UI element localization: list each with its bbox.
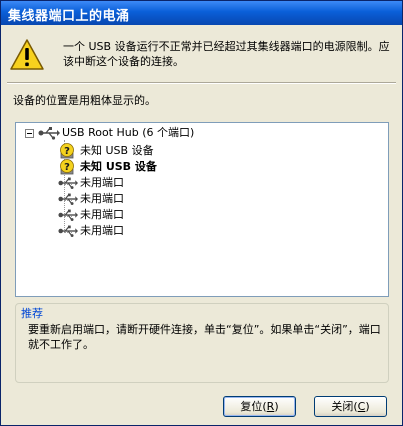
tree-root-hub[interactable]: USB Root Hub (6 个端口) bbox=[38, 125, 378, 141]
tree-item-label: 未知 USB 设备 bbox=[80, 144, 154, 157]
dialog-window: 集线器端口上的电涌 一个 USB 设备运行不正常并已经超过其集线器端口的电源限制… bbox=[0, 0, 403, 426]
device-tree[interactable]: USB Root Hub (6 个端口) ? 未知 USB 设备 ? 未知 US… bbox=[15, 122, 389, 297]
svg-text:?: ? bbox=[64, 162, 70, 173]
tree-item-port-6[interactable]: 未用端口 bbox=[58, 223, 358, 239]
tree-root-label: USB Root Hub (6 个端口) bbox=[62, 126, 195, 139]
tree-item-device-2[interactable]: ? 未知 USB 设备 bbox=[58, 159, 358, 175]
recommendation-title: 推荐 bbox=[21, 307, 43, 320]
usb-port-icon bbox=[58, 225, 78, 237]
tree-item-port-4[interactable]: 未用端口 bbox=[58, 191, 358, 207]
divider bbox=[7, 82, 396, 84]
location-label: 设备的位置是用粗体显示的。 bbox=[13, 94, 156, 107]
tree-item-label: 未用端口 bbox=[80, 192, 124, 205]
close-accelerator-key: C bbox=[357, 400, 366, 413]
close-button-label: 关闭 bbox=[331, 400, 354, 413]
usb-port-icon bbox=[58, 209, 78, 221]
tree-item-device-1[interactable]: ? 未知 USB 设备 bbox=[58, 143, 358, 159]
reset-button[interactable]: 复位(R) bbox=[223, 396, 296, 417]
usb-port-icon bbox=[58, 193, 78, 205]
unknown-device-icon: ? bbox=[60, 143, 74, 159]
reset-accelerator-key: R bbox=[266, 400, 275, 413]
svg-text:?: ? bbox=[64, 146, 70, 157]
tree-item-label: 未知 USB 设备 bbox=[80, 160, 157, 173]
tree-item-port-3[interactable]: 未用端口 bbox=[58, 175, 358, 191]
warning-icon bbox=[10, 39, 44, 70]
reset-button-label: 复位 bbox=[240, 400, 263, 413]
warning-message: 一个 USB 设备运行不正常并已经超过其集线器端口的电源限制。应该中断这个设备的… bbox=[63, 40, 390, 68]
unknown-device-icon: ? bbox=[60, 159, 74, 175]
tree-item-label: 未用端口 bbox=[80, 176, 124, 189]
usb-port-icon bbox=[58, 177, 78, 189]
close-button[interactable]: 关闭(C) bbox=[314, 396, 387, 417]
recommendation-text: 要重新启用端口，请断开硬件连接，单击“复位”。如果单击“关闭”，端口就不工作了。 bbox=[28, 323, 381, 351]
collapse-expander[interactable] bbox=[25, 129, 34, 138]
tree-item-label: 未用端口 bbox=[80, 208, 124, 221]
tree-item-label: 未用端口 bbox=[80, 224, 124, 237]
usb-hub-icon bbox=[38, 127, 60, 140]
window-title: 集线器端口上的电涌 bbox=[8, 9, 130, 24]
title-bar[interactable]: 集线器端口上的电涌 bbox=[1, 1, 402, 25]
tree-item-port-5[interactable]: 未用端口 bbox=[58, 207, 358, 223]
